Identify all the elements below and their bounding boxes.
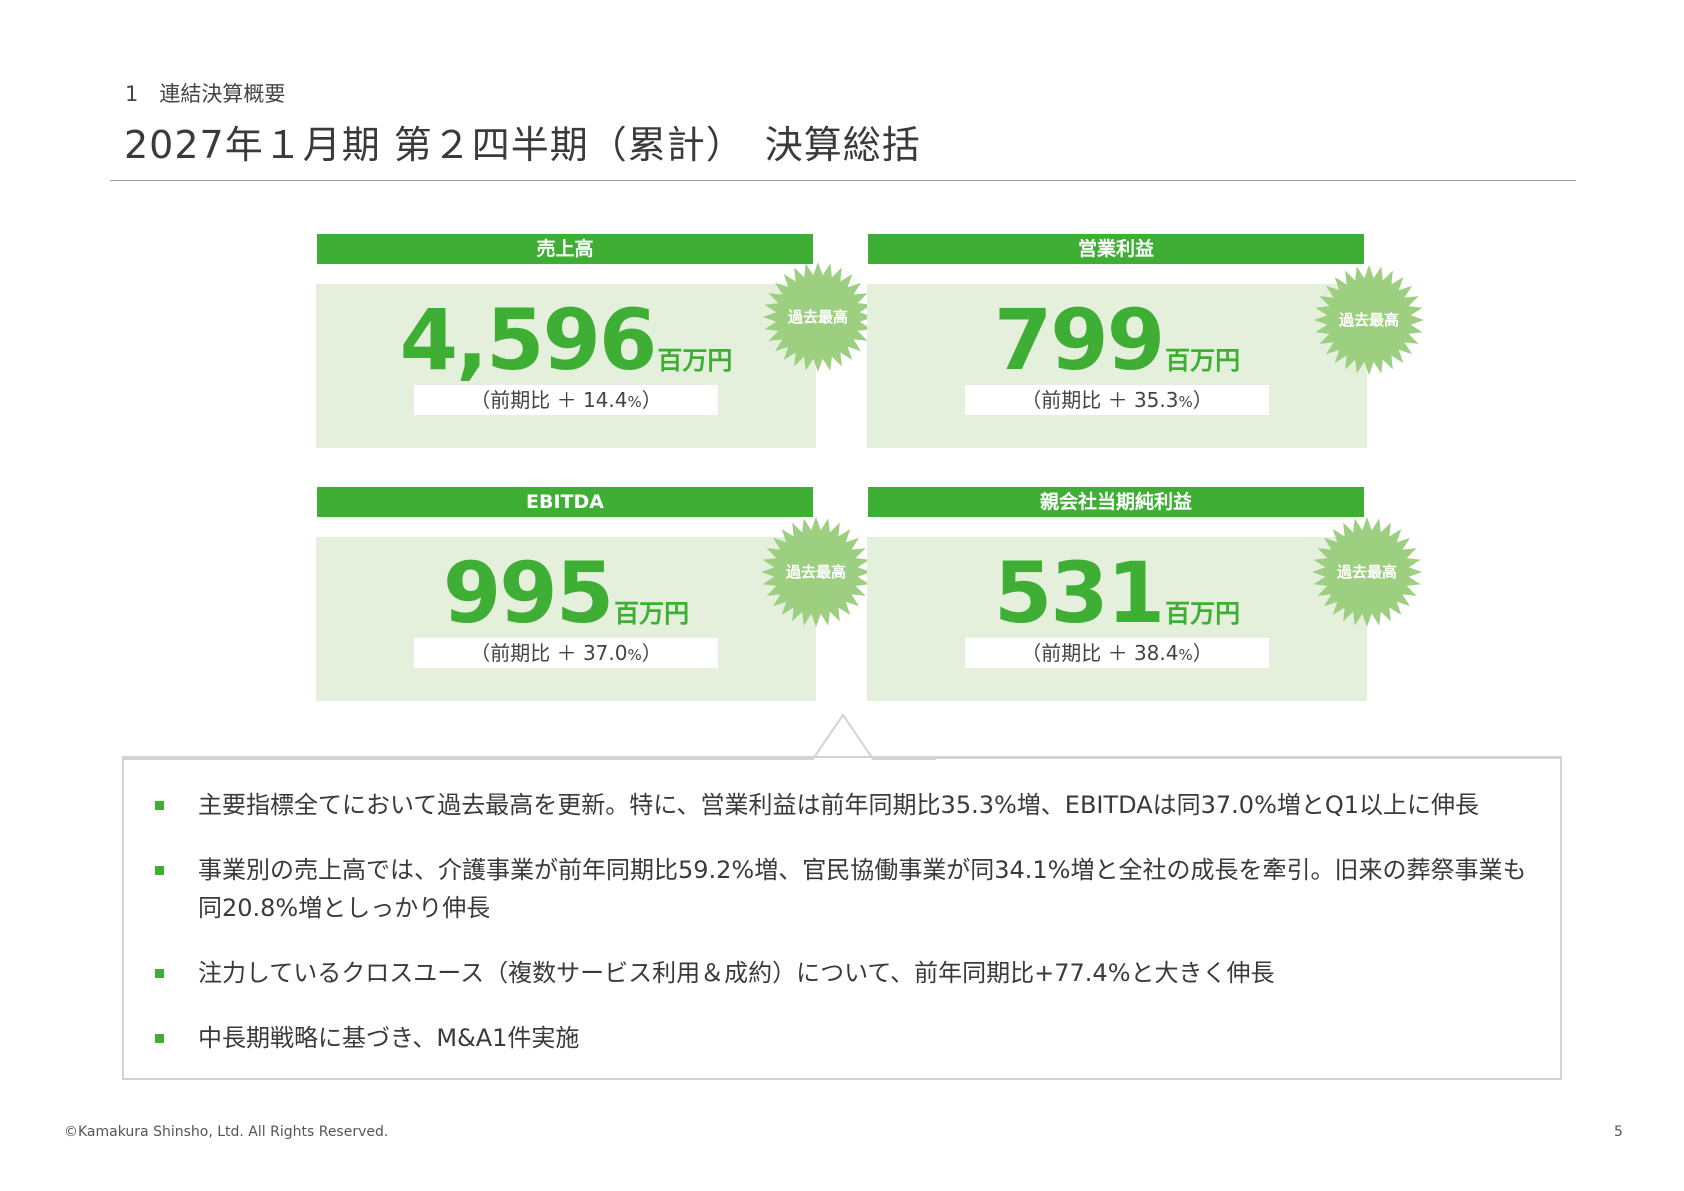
list-item: 主要指標全てにおいて過去最高を更新。特に、営業利益は前年同期比35.3%増、EB… <box>152 786 1542 824</box>
kpi-header: 親会社当期純利益 <box>868 487 1364 517</box>
kpi-growth: （前期比 ＋ 37.0%） <box>414 638 718 668</box>
section-label: 1 連結決算概要 <box>125 82 286 106</box>
kpi-value: 995 <box>442 544 614 642</box>
kpi-growth: （前期比 ＋ 38.4%） <box>965 638 1269 668</box>
kpi-value: 4,596 <box>399 291 658 389</box>
square-bullet-icon <box>155 801 164 810</box>
kpi-header: 営業利益 <box>868 234 1364 264</box>
summary-list: 主要指標全てにおいて過去最高を更新。特に、営業利益は前年同期比35.3%増、EB… <box>152 786 1542 1084</box>
kpi-unit: 百万円 <box>1165 346 1241 375</box>
kpi-body: 531百万円 （前期比 ＋ 38.4%） <box>867 537 1367 701</box>
page-title: 2027年１月期 第２四半期（累計） 決算総括 <box>124 123 921 167</box>
list-item: 中長期戦略に基づき、M&A1件実施 <box>152 1019 1542 1057</box>
kpi-unit: 百万円 <box>657 346 733 375</box>
square-bullet-icon <box>155 1034 164 1043</box>
summary-top-border <box>122 757 1562 759</box>
list-item: 事業別の売上高では、介護事業が前年同期比59.2%増、官民協働事業が同34.1%… <box>152 851 1542 927</box>
record-high-badge: 過去最高 <box>1311 516 1423 628</box>
record-high-badge: 過去最高 <box>760 516 872 628</box>
kpi-value: 531 <box>993 544 1165 642</box>
record-high-badge: 過去最高 <box>1313 264 1425 376</box>
kpi-card-net-income: 親会社当期純利益 531百万円 （前期比 ＋ 38.4%） <box>867 487 1368 703</box>
kpi-body: 799百万円 （前期比 ＋ 35.3%） <box>867 284 1367 448</box>
kpi-unit: 百万円 <box>614 599 690 628</box>
square-bullet-icon <box>155 969 164 978</box>
list-item: 注力しているクロスユース（複数サービス利用＆成約）について、前年同期比+77.4… <box>152 954 1542 992</box>
kpi-card-ebitda: EBITDA 995百万円 （前期比 ＋ 37.0%） <box>316 487 817 703</box>
footer-copyright: ©Kamakura Shinsho, Ltd. All Rights Reser… <box>64 1124 389 1140</box>
kpi-value: 799 <box>993 291 1165 389</box>
kpi-growth: （前期比 ＋ 35.3%） <box>965 385 1269 415</box>
kpi-growth: （前期比 ＋ 14.4%） <box>414 385 718 415</box>
page-number: 5 <box>1614 1124 1623 1140</box>
kpi-body: 995百万円 （前期比 ＋ 37.0%） <box>316 537 816 701</box>
kpi-header: EBITDA <box>317 487 813 517</box>
kpi-card-operating-profit: 営業利益 799百万円 （前期比 ＋ 35.3%） <box>867 234 1368 450</box>
kpi-header: 売上高 <box>317 234 813 264</box>
record-high-badge: 過去最高 <box>762 261 874 373</box>
title-divider <box>110 180 1576 181</box>
kpi-card-sales: 売上高 4,596百万円 （前期比 ＋ 14.4%） <box>316 234 817 450</box>
callout-pointer <box>122 714 936 760</box>
kpi-unit: 百万円 <box>1165 599 1241 628</box>
kpi-body: 4,596百万円 （前期比 ＋ 14.4%） <box>316 284 816 448</box>
square-bullet-icon <box>155 866 164 875</box>
